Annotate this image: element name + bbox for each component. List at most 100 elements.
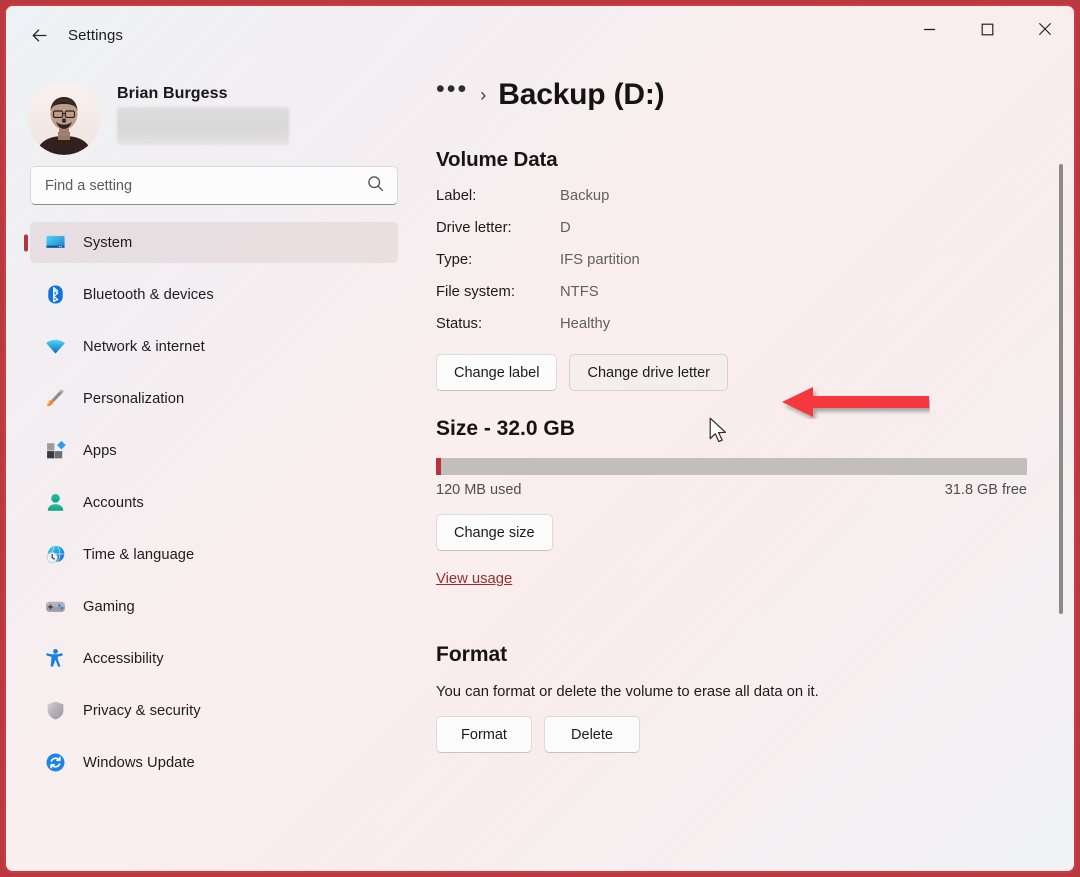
- format-description: You can format or delete the volume to e…: [436, 684, 1074, 700]
- change-label-button[interactable]: Change label: [436, 354, 557, 391]
- change-drive-letter-button[interactable]: Change drive letter: [569, 354, 728, 391]
- app-title: Settings: [68, 27, 123, 44]
- format-heading: Format: [436, 643, 1074, 667]
- volume-row-type: Type: IFS partition: [436, 252, 1074, 284]
- avatar-photo-icon: [28, 83, 100, 155]
- volume-row-status: Status: Healthy: [436, 316, 1074, 348]
- close-icon: [1038, 22, 1052, 36]
- sidebar-item-personalization[interactable]: Personalization: [30, 378, 398, 419]
- clock-globe-icon: [44, 544, 66, 566]
- format-button[interactable]: Format: [436, 716, 532, 753]
- row-value: Healthy: [560, 316, 610, 332]
- sidebar-item-gaming[interactable]: Gaming: [30, 586, 398, 627]
- apps-icon: [44, 440, 66, 462]
- update-icon: [44, 752, 66, 774]
- change-size-button[interactable]: Change size: [436, 514, 553, 551]
- nav-gap: [6, 419, 420, 430]
- shield-icon: [44, 700, 66, 722]
- sidebar-item-system[interactable]: System: [30, 222, 398, 263]
- row-value: NTFS: [560, 284, 599, 300]
- sidebar-item-label: Bluetooth & devices: [83, 287, 214, 303]
- sidebar-item-accessibility[interactable]: Accessibility: [30, 638, 398, 679]
- size-heading: Size - 32.0 GB: [436, 417, 1074, 441]
- nav-gap: [6, 523, 420, 534]
- format-buttons: Format Delete: [436, 716, 1074, 753]
- nav-gap: [6, 315, 420, 326]
- sidebar-nav: System Bluetooth & devices: [6, 222, 420, 783]
- settings-window: Settings: [4, 4, 1076, 873]
- person-icon: [44, 492, 66, 514]
- nav-gap: [6, 471, 420, 482]
- sidebar: Brian Burgess: [6, 64, 420, 871]
- user-profile[interactable]: Brian Burgess: [6, 64, 420, 160]
- sidebar-item-accounts[interactable]: Accounts: [30, 482, 398, 523]
- profile-account-redacted: [117, 107, 289, 145]
- volume-data-list: Label: Backup Drive letter: D Type: IFS …: [436, 188, 1074, 348]
- title-bar: Settings: [6, 6, 1074, 64]
- profile-text: Brian Burgess: [117, 85, 289, 145]
- storage-usage-bar: [436, 458, 1027, 475]
- nav-gap: [6, 679, 420, 690]
- sidebar-item-label: Privacy & security: [83, 703, 201, 719]
- nav-gap: [6, 627, 420, 638]
- row-key: Drive letter:: [436, 220, 560, 236]
- search-box[interactable]: [30, 166, 398, 205]
- minimize-icon: [923, 23, 936, 36]
- vertical-scrollbar[interactable]: [1055, 64, 1067, 867]
- row-key: Label:: [436, 188, 560, 204]
- row-value: D: [560, 220, 571, 236]
- profile-name: Brian Burgess: [117, 85, 289, 103]
- sidebar-item-bluetooth-devices[interactable]: Bluetooth & devices: [30, 274, 398, 315]
- sidebar-item-windows-update[interactable]: Windows Update: [30, 742, 398, 783]
- sidebar-item-label: System: [83, 235, 132, 251]
- minimize-button[interactable]: [900, 6, 958, 52]
- breadcrumb-overflow-button[interactable]: •••: [436, 77, 468, 102]
- volume-row-label: Label: Backup: [436, 188, 1074, 220]
- nav-gap: [6, 263, 420, 274]
- delete-button[interactable]: Delete: [544, 716, 640, 753]
- storage-free-label: 31.8 GB free: [945, 482, 1027, 498]
- scrollbar-thumb[interactable]: [1059, 164, 1063, 614]
- bluetooth-icon: [44, 284, 66, 306]
- sidebar-item-apps[interactable]: Apps: [30, 430, 398, 471]
- sidebar-item-label: Windows Update: [83, 755, 195, 771]
- maximize-button[interactable]: [958, 6, 1016, 52]
- back-arrow-icon: [29, 25, 50, 46]
- avatar: [28, 83, 100, 155]
- row-value: Backup: [560, 188, 609, 204]
- maximize-icon: [981, 23, 994, 36]
- breadcrumb: ••• › Backup (D:): [436, 78, 1074, 130]
- sidebar-item-privacy-security[interactable]: Privacy & security: [30, 690, 398, 731]
- sidebar-item-label: Accessibility: [83, 651, 164, 667]
- window-controls: [900, 6, 1074, 52]
- view-usage-link[interactable]: View usage: [436, 571, 512, 587]
- row-key: Status:: [436, 316, 560, 332]
- size-buttons: Change size: [436, 514, 1074, 551]
- sidebar-item-label: Network & internet: [83, 339, 205, 355]
- sidebar-item-label: Personalization: [83, 391, 184, 407]
- sidebar-item-label: Apps: [83, 443, 117, 459]
- row-value: IFS partition: [560, 252, 640, 268]
- volume-buttons: Change label Change drive letter: [436, 354, 1074, 391]
- close-button[interactable]: [1016, 6, 1074, 52]
- volume-data-heading: Volume Data: [436, 148, 1074, 172]
- storage-used-label: 120 MB used: [436, 482, 521, 498]
- volume-row-drive-letter: Drive letter: D: [436, 220, 1074, 252]
- search-input[interactable]: [31, 167, 397, 204]
- row-key: Type:: [436, 252, 560, 268]
- nav-gap: [6, 731, 420, 742]
- sidebar-item-label: Accounts: [83, 495, 144, 511]
- main-content: ••• › Backup (D:) Volume Data Label: Bac…: [420, 64, 1074, 871]
- sidebar-item-time-language[interactable]: Time & language: [30, 534, 398, 575]
- sidebar-item-network-internet[interactable]: Network & internet: [30, 326, 398, 367]
- gamepad-icon: [44, 596, 66, 618]
- storage-usage-bar-used: [436, 458, 441, 475]
- search-icon: [367, 175, 384, 197]
- storage-usage-legend: 120 MB used 31.8 GB free: [436, 482, 1027, 498]
- accessibility-icon: [44, 648, 66, 670]
- row-key: File system:: [436, 284, 560, 300]
- volume-row-file-system: File system: NTFS: [436, 284, 1074, 316]
- sidebar-item-label: Gaming: [83, 599, 135, 615]
- paintbrush-icon: [44, 388, 66, 410]
- back-button[interactable]: [20, 18, 58, 52]
